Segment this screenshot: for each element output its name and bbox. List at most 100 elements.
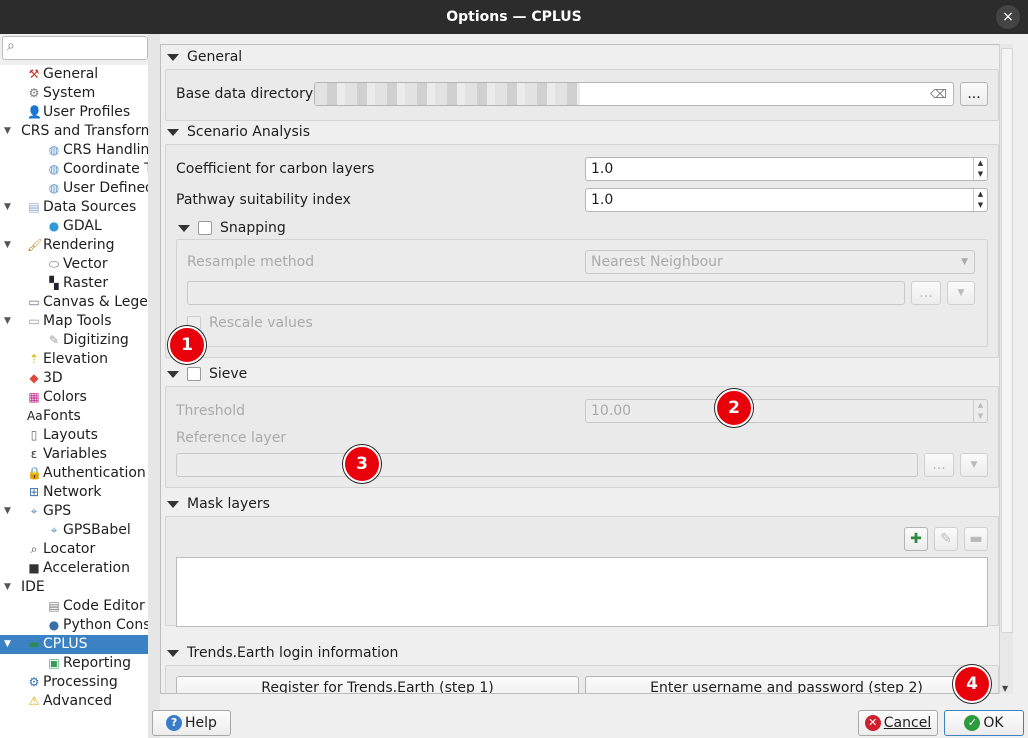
resample-label: Resample method [187, 254, 315, 270]
help-button[interactable]: ? Help [152, 710, 231, 736]
sidebar-item-locator[interactable]: ⌕ Locator [0, 540, 148, 559]
sidebar-item-map-tools[interactable]: ▼ ▭ Map Tools [0, 312, 148, 331]
window-title: Options — CPLUS [446, 9, 582, 25]
search-input[interactable]: ⌕ [2, 36, 148, 60]
sidebar-item-python-console[interactable]: ●Python Console [0, 616, 148, 635]
section-title: General [187, 49, 243, 65]
sidebar-item-crs-and-transformations[interactable]: ▼ CRS and Transformations [0, 122, 148, 141]
login-button[interactable]: Enter username and password (step 2) [585, 676, 988, 693]
pencil-icon: ✎ [940, 531, 952, 547]
expander-icon[interactable]: ▼ [4, 578, 11, 597]
reference-layer-label: Reference layer [176, 430, 287, 446]
resample-method-dropdown[interactable]: Nearest Neighbour ▼ [585, 250, 975, 274]
scrollbar-thumb[interactable] [1001, 48, 1013, 633]
cancel-button[interactable]: ✕ Cancel [858, 710, 938, 736]
sidebar-item-authentication[interactable]: 🔒 Authentication [0, 464, 148, 483]
scenario-header[interactable]: Scenario Analysis [167, 122, 310, 142]
expander-icon[interactable]: ▼ [4, 198, 11, 217]
spin-arrows-icon[interactable]: ▲ ▼ [973, 158, 987, 180]
base-dir-field[interactable]: ⌫ [314, 82, 954, 106]
scroll-down-icon[interactable]: ▼ [1002, 684, 1008, 693]
sidebar-item-raster[interactable]: ▚ Raster [0, 274, 148, 293]
sidebar-item-rendering[interactable]: ▼ 🖌 Rendering [0, 236, 148, 255]
spin-arrows-icon[interactable]: ▲ ▼ [973, 400, 987, 422]
ok-button[interactable]: ✓ OK [944, 710, 1024, 736]
reference-dropdown-button[interactable]: ▼ [960, 453, 988, 477]
expander-icon[interactable]: ▼ [4, 236, 11, 255]
general-group: Base data directory ⌫ ... [165, 69, 999, 121]
trends-header[interactable]: Trends.Earth login information [167, 643, 398, 663]
sidebar-item-cplus[interactable]: ▼ ▬ CPLUS [0, 635, 148, 654]
section-title: Sieve [209, 366, 248, 382]
sidebar-item-general[interactable]: ⚒ General [0, 65, 148, 84]
sidebar-item-processing[interactable]: ⚙ Processing [0, 673, 148, 692]
sidebar-item-colors[interactable]: ▦ Colors [0, 388, 148, 407]
expander-icon[interactable]: ▼ [4, 635, 11, 654]
sidebar-item-ide[interactable]: ▼ IDE [0, 578, 148, 597]
sieve-header[interactable]: Sieve [167, 364, 247, 384]
snapping-browse-button[interactable]: ... [911, 281, 941, 305]
sidebar-item-elevation[interactable]: ⇡ Elevation [0, 350, 148, 369]
sidebar-item-label: CPLUS [43, 636, 88, 652]
clear-icon[interactable]: ⌫ [930, 83, 947, 105]
sidebar-scrollbar[interactable] [148, 34, 160, 738]
expander-icon[interactable]: ▼ [4, 502, 11, 521]
sidebar-item-fonts[interactable]: Aa Fonts [0, 407, 148, 426]
sidebar-item-code-editor[interactable]: ▤ Code Editor [0, 597, 148, 616]
rescale-values-option[interactable]: Rescale values [187, 313, 313, 333]
content-scrollbar[interactable]: ▼ [999, 44, 1013, 694]
remove-mask-button[interactable]: ▬ [964, 527, 988, 551]
threshold-spinbox[interactable]: 10.00 ▲ ▼ [585, 399, 988, 423]
base-dir-browse-button[interactable]: ... [960, 82, 988, 106]
sidebar-item-acceleration[interactable]: ■ Acceleration [0, 559, 148, 578]
gdal-icon: ● [48, 219, 60, 233]
code-editor-icon: ▤ [48, 599, 60, 613]
sidebar-item-label: User Profiles [43, 104, 131, 120]
sidebar-item-label: 3D [43, 370, 63, 386]
sidebar-item-gps[interactable]: ▼ ⌖ GPS [0, 502, 148, 521]
sidebar-item-coordinate-transforms[interactable]: ◍Coordinate Transforms [0, 160, 148, 179]
sidebar-item-3d[interactable]: ◆ 3D [0, 369, 148, 388]
collapse-icon [167, 128, 179, 136]
general-header[interactable]: General [167, 47, 242, 67]
sidebar-item-system[interactable]: ⚙ System [0, 84, 148, 103]
snapping-dropdown-button[interactable]: ▼ [947, 281, 975, 305]
brush-icon: 🖌 [27, 238, 43, 252]
sidebar-item-gdal[interactable]: ● GDAL [0, 217, 148, 236]
mask-header[interactable]: Mask layers [167, 494, 270, 514]
warning-icon: ⚠ [28, 694, 40, 708]
base-dir-label: Base data directory [176, 86, 314, 102]
sidebar-item-user-defined-crs[interactable]: ◍User Defined CRS [0, 179, 148, 198]
elevation-icon: ⇡ [28, 352, 40, 366]
register-button[interactable]: Register for Trends.Earth (step 1) [176, 676, 579, 693]
edit-mask-button[interactable]: ✎ [934, 527, 958, 551]
sidebar-item-canvas-legend[interactable]: ▭Canvas & Legend [0, 293, 148, 312]
sieve-checkbox[interactable] [187, 367, 201, 381]
sidebar-item-layouts[interactable]: ▯ Layouts [0, 426, 148, 445]
sidebar-item-gpsbabel[interactable]: ⌖ GPSBabel [0, 521, 148, 540]
sidebar-item-user-profiles[interactable]: 👤 User Profiles [0, 103, 148, 122]
suitability-spinbox[interactable]: 1.0 ▲ ▼ [585, 188, 988, 212]
sidebar-item-advanced[interactable]: ⚠ Advanced [0, 692, 148, 711]
close-button[interactable]: × [996, 5, 1020, 29]
chip-icon: ■ [28, 561, 40, 575]
sidebar-item-crs-handling[interactable]: ◍CRS Handling [0, 141, 148, 160]
sidebar-item-label: GPS [43, 503, 72, 519]
sidebar-item-variables[interactable]: ε Variables [0, 445, 148, 464]
expander-icon[interactable]: ▼ [4, 312, 11, 331]
mask-layers-list[interactable] [176, 557, 988, 627]
snapping-checkbox[interactable] [198, 221, 212, 235]
sidebar-item-reporting[interactable]: ▣ Reporting [0, 654, 148, 673]
reference-browse-button[interactable]: ... [924, 453, 954, 477]
expander-icon[interactable]: ▼ [4, 122, 11, 141]
sidebar-item-network[interactable]: ⊞ Network [0, 483, 148, 502]
reference-layer-field[interactable] [176, 453, 918, 477]
sidebar-item-vector[interactable]: ⬭ Vector [0, 255, 148, 274]
sidebar-item-data-sources[interactable]: ▼ ▤ Data Sources [0, 198, 148, 217]
spin-arrows-icon[interactable]: ▲ ▼ [973, 189, 987, 211]
snapping-header[interactable]: Snapping [178, 218, 286, 238]
carbon-spinbox[interactable]: 1.0 ▲ ▼ [585, 157, 988, 181]
add-mask-button[interactable]: ✚ [904, 527, 928, 551]
snapping-layer-field[interactable] [187, 281, 905, 305]
sidebar-item-digitizing[interactable]: ✎ Digitizing [0, 331, 148, 350]
